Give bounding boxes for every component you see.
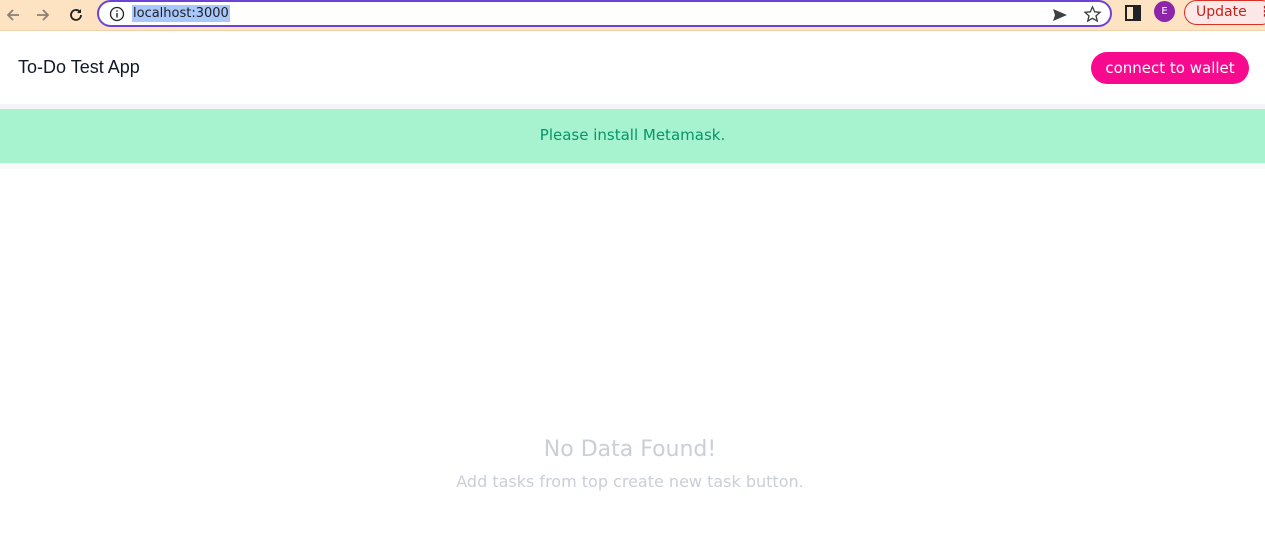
reload-icon[interactable] [64,3,88,27]
alert-divider [0,163,1265,169]
side-panel-icon[interactable] [1124,4,1142,22]
metamask-alert: Please install Metamask. [0,109,1265,163]
back-arrow-icon[interactable] [1,3,25,27]
star-icon[interactable] [1083,5,1102,24]
forward-arrow-icon[interactable] [31,3,55,27]
menu-dots-icon[interactable]: ⋮ [1258,1,1265,24]
update-button[interactable]: Update ⋮ [1184,0,1265,25]
update-label: Update [1196,4,1247,20]
browser-toolbar: localhost:3000 E Update ⋮ [0,0,1265,31]
avatar[interactable]: E [1154,1,1175,22]
info-icon[interactable] [109,6,125,22]
empty-state-title: No Data Found! [543,437,717,462]
app-title: To-Do Test App [18,57,140,77]
connect-wallet-button[interactable]: connect to wallet [1091,52,1249,84]
address-bar[interactable]: localhost:3000 [97,0,1112,27]
empty-state-subtitle: Add tasks from top create new task butto… [456,472,804,491]
alert-message: Please install Metamask. [539,126,726,144]
app-header: To-Do Test App connect to wallet [0,32,1265,104]
send-icon[interactable] [1051,6,1069,24]
url-text[interactable]: localhost:3000 [132,5,230,22]
